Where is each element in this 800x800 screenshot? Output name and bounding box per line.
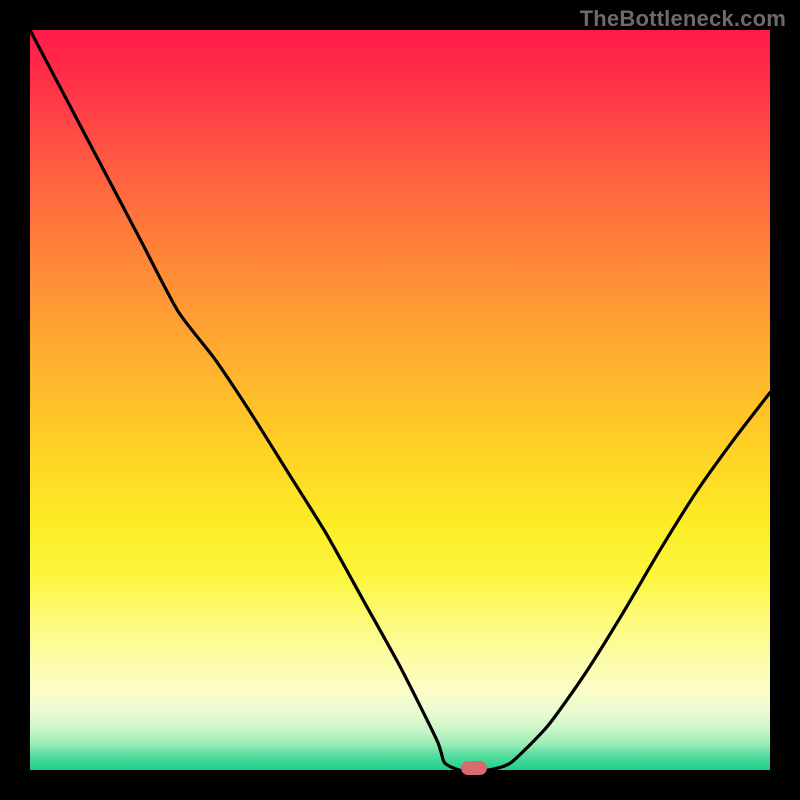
minimum-marker	[461, 761, 487, 775]
watermark-text: TheBottleneck.com	[580, 6, 786, 32]
chart-frame: TheBottleneck.com	[0, 0, 800, 800]
bottleneck-curve	[30, 30, 770, 770]
